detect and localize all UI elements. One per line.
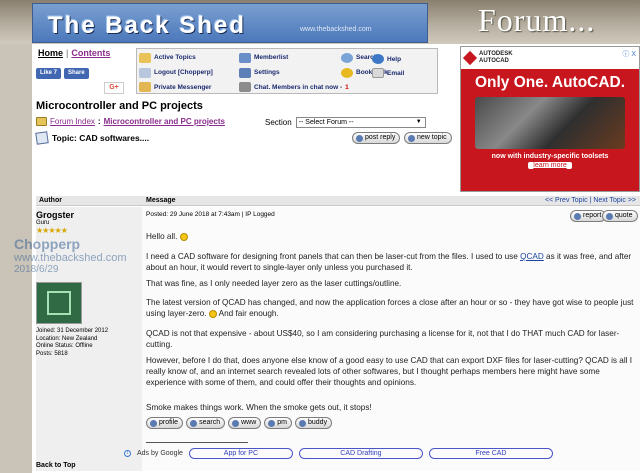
new-topic-icon — [408, 134, 415, 142]
globe-icon — [232, 419, 240, 427]
chat-icon — [239, 82, 251, 92]
chat-member-count: 1 — [345, 83, 349, 91]
settings-icon — [239, 67, 251, 78]
folder-icon — [36, 117, 47, 126]
ad-close-icon[interactable]: ⓘ X — [622, 49, 636, 59]
facebook-like-button[interactable]: Like 7 — [36, 68, 62, 79]
menu-settings[interactable]: Settings — [239, 65, 341, 80]
ads-by-google: Ads by Google — [137, 450, 183, 457]
page-title: Microcontroller and PC projects — [36, 100, 203, 112]
ad-info-icon[interactable]: i — [124, 450, 131, 457]
smiley-icon — [179, 232, 188, 241]
social-buttons: Like 7 Share — [36, 68, 89, 79]
section-label: Section — [265, 118, 292, 127]
site-title[interactable]: The Back Shed — [48, 12, 246, 40]
forum-index-link[interactable]: Forum Index — [50, 117, 95, 126]
ad-product-image — [475, 97, 625, 149]
ad-link-app-for-pc[interactable]: App for PC — [188, 448, 293, 459]
ad-learn-more-button[interactable]: learn more — [528, 162, 572, 169]
ad-header: AUTODESK AUTOCAD — [461, 47, 639, 69]
author-info: Joined: 31 December 2012 Location: New Z… — [36, 328, 109, 357]
topic-title: Topic: CAD softwares.... — [35, 131, 149, 145]
rank-stars-icon: ★★★★★ — [36, 226, 68, 235]
logout-icon — [139, 67, 151, 78]
autodesk-logo-icon — [462, 50, 478, 66]
facebook-share-button[interactable]: Share — [64, 68, 89, 79]
email-icon — [372, 68, 384, 78]
posts-table-header: Author Message << Prev Topic | Next Topi… — [36, 196, 640, 206]
google-ad-bar: i Ads by Google App for PC CAD Drafting … — [124, 448, 553, 459]
user-buttons: profile search www pm buddy — [146, 417, 333, 429]
post-reply-button[interactable]: post reply — [352, 132, 401, 144]
profile-button[interactable]: profile — [146, 417, 184, 429]
menu-memberlist[interactable]: Memberlist — [239, 50, 341, 65]
forum-link[interactable]: Microcontroller and PC projects — [104, 117, 225, 126]
col-message: Message — [146, 197, 176, 204]
menu-logout[interactable]: Logout [Chopperp] — [139, 65, 239, 80]
nav-separator: | — [66, 48, 69, 58]
buddy-button[interactable]: buddy — [295, 417, 333, 429]
active-topics-icon — [139, 52, 151, 63]
search-icon — [190, 419, 198, 427]
back-to-top-link[interactable]: Back to Top — [36, 462, 76, 469]
search-posts-button[interactable]: search — [186, 417, 226, 429]
menu-email[interactable]: Email — [372, 68, 404, 78]
new-topic-button[interactable]: new topic — [404, 132, 452, 144]
top-nav: Home | Contents — [38, 48, 110, 58]
quote-icon — [606, 212, 613, 220]
reply-icon — [356, 134, 363, 142]
search-icon — [341, 52, 353, 63]
qcad-link[interactable]: QCAD — [520, 252, 544, 261]
contents-link[interactable]: Contents — [71, 48, 110, 58]
avatar-graphic — [47, 291, 71, 315]
help-icon — [372, 54, 384, 64]
post-meta: Posted: 29 June 2018 at 7:43am | IP Logg… — [146, 211, 275, 218]
report-button[interactable]: report — [570, 210, 607, 222]
report-icon — [574, 212, 581, 220]
bookmark-icon — [341, 67, 353, 78]
post-paragraph: I need a CAD software for designing fron… — [146, 252, 632, 272]
forum-heading: Forum... — [478, 2, 596, 38]
messenger-icon — [139, 82, 151, 92]
topic-icon — [35, 131, 49, 145]
signature-divider — [146, 442, 248, 443]
pm-button[interactable]: pm — [264, 417, 292, 429]
pm-icon — [268, 419, 276, 427]
google-plus-button[interactable]: G+ — [104, 82, 124, 94]
profile-icon — [150, 419, 157, 427]
ad-brand: AUTODESK AUTOCAD — [479, 51, 513, 64]
autocad-ad[interactable]: AUTODESK AUTOCAD ⓘ X Only One. AutoCAD. n… — [460, 46, 640, 192]
quote-button[interactable]: quote — [602, 210, 638, 222]
wink-icon — [208, 309, 217, 318]
section-selector: Section -- Select Forum -- ▼ — [265, 117, 426, 128]
www-button[interactable]: www — [228, 417, 262, 429]
buddy-icon — [299, 419, 306, 427]
post-paragraph: Hello all. — [146, 231, 634, 242]
content-frame: Home | Contents Like 7 Share G+ Active Top… — [32, 44, 640, 473]
memberlist-icon — [239, 52, 251, 63]
forum-select[interactable]: -- Select Forum -- ▼ — [295, 117, 426, 128]
ad-link-free-cad[interactable]: Free CAD — [428, 448, 553, 459]
topic-nav[interactable]: << Prev Topic | Next Topic >> — [545, 197, 636, 204]
home-link[interactable]: Home — [38, 48, 63, 58]
site-banner: The Back Shed www.thebackshed.com Forum.… — [0, 0, 640, 44]
menu-private-messenger[interactable]: Private Messenger — [139, 80, 239, 94]
chevron-down-icon: ▼ — [415, 119, 422, 125]
breadcrumb: Forum Index : Microcontroller and PC pro… — [36, 117, 225, 126]
post-paragraph: QCAD is not that expensive - about US$40… — [146, 329, 620, 349]
menu-chat[interactable]: Chat. Members in chat now - 1 — [239, 80, 439, 94]
author-name[interactable]: Grogster — [36, 210, 74, 220]
col-author: Author — [39, 197, 62, 204]
menu-help[interactable]: Help — [372, 54, 401, 64]
post-paragraph: That was fine, as I only needed layer ze… — [146, 279, 402, 288]
menu-active-topics[interactable]: Active Topics — [139, 50, 239, 65]
post-paragraph: However, before I do that, does anyone e… — [146, 356, 633, 387]
ad-subtitle: now with industry-specific toolsets — [491, 153, 609, 160]
avatar — [36, 282, 82, 324]
signature: Smoke makes things work. When the smoke … — [146, 403, 372, 412]
ad-headline: Only One. AutoCAD. — [474, 74, 626, 91]
ad-link-cad-drafting[interactable]: CAD Drafting — [298, 448, 423, 459]
site-url: www.thebackshed.com — [300, 26, 372, 33]
post-paragraph: The latest version of QCAD has changed, … — [146, 298, 634, 318]
